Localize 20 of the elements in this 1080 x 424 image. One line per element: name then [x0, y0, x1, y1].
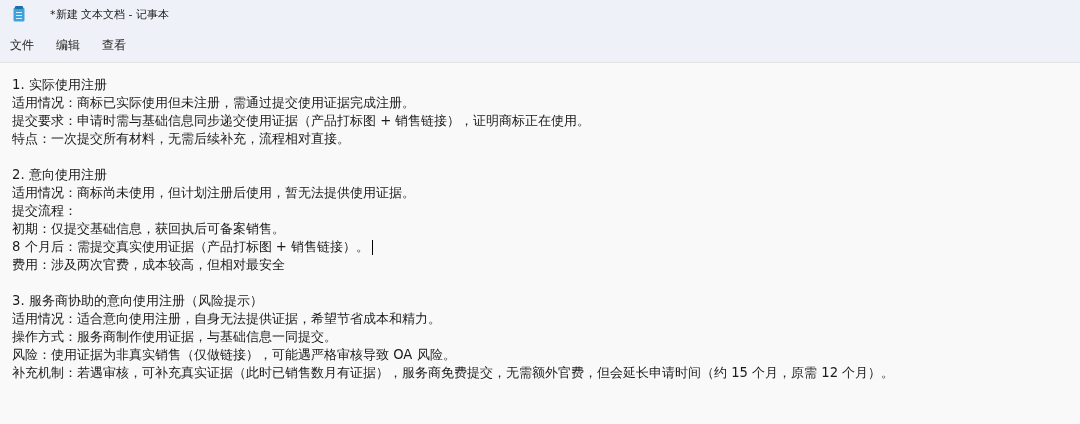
- text-line: 2. 意向使用注册: [12, 166, 107, 184]
- text-line: 适用情况：商标已实际使用但未注册，需通过提交使用证据完成注册。: [12, 94, 415, 112]
- text-line: 特点：一次提交所有材料，无需后续补充，流程相对直接。: [12, 130, 350, 148]
- window-title: *新建 文本文档 - 记事本: [50, 6, 169, 22]
- text-line: 提交要求：申请时需与基础信息同步递交使用证据（产品打标图 + 销售链接），证明商标正在使用。: [12, 112, 591, 130]
- text-line: 费用：涉及两次官费，成本较高，但相对最安全: [12, 256, 285, 274]
- menu-item[interactable]: 查看: [102, 35, 126, 55]
- text-line: 适用情况：适合意向使用注册，自身无法提供证据，希望节省成本和精力。: [12, 310, 441, 328]
- text-line: 风险：使用证据为非真实销售（仅做链接），可能遇严格审核导致 OA 风险。: [12, 346, 456, 364]
- menu-item[interactable]: 编辑: [56, 35, 80, 55]
- text-line: 提交流程：: [12, 202, 77, 220]
- text-line: 补充机制：若遇审核，可补充真实证据（此时已销售数月有证据），服务商免费提交，无需额外官费，但会延长申请时间（约 15 个月，原需 12 个月）。: [12, 364, 895, 382]
- text-line: 初期：仅提交基础信息，获回执后可备案销售。: [12, 220, 285, 238]
- text-line: 1. 实际使用注册: [12, 76, 107, 94]
- text-line: 8 个月后：需提交真实使用证据（产品打标图 + 销售链接）。: [12, 238, 370, 256]
- menu-item[interactable]: 文件: [10, 35, 34, 55]
- text-line: 操作方式：服务商制作使用证据，与基础信息一同提交。: [12, 328, 337, 346]
- text-line: 3. 服务商协助的意向使用注册（风险提示）: [12, 292, 263, 310]
- text-line: 适用情况：商标尚未使用，但计划注册后使用，暂无法提供使用证据。: [12, 184, 415, 202]
- notepad-icon: [13, 6, 25, 22]
